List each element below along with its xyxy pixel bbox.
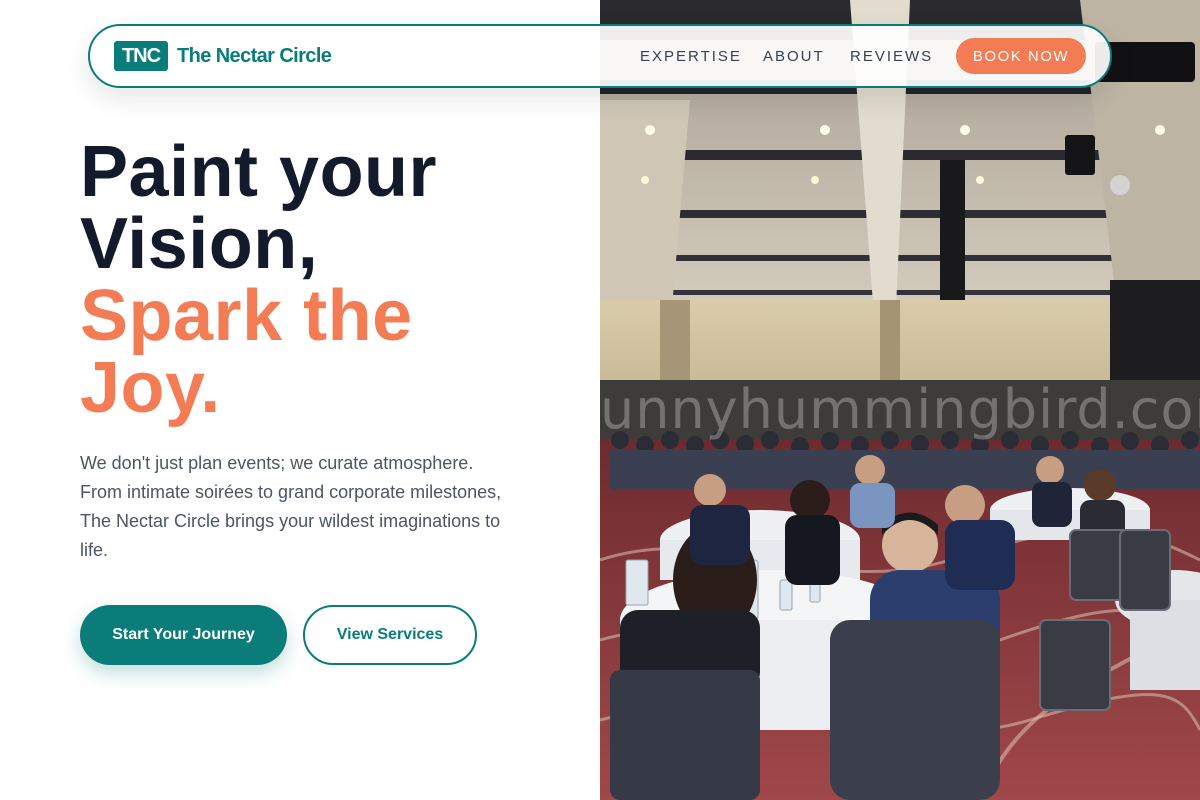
nav-link-reviews[interactable]: REVIEWS (850, 48, 933, 65)
hero-headline: Paint your Vision, Spark the Joy. (80, 136, 580, 424)
top-navbar: TNC The Nectar Circle EXPERTISE ABOUT RE… (88, 24, 1112, 88)
brand-logo-link[interactable]: TNC The Nectar Circle (114, 41, 332, 71)
start-your-journey-button[interactable]: Start Your Journey (80, 605, 287, 665)
book-now-button[interactable]: BOOK NOW (956, 38, 1086, 74)
headline-accent-line-2: Joy. (80, 348, 221, 428)
brand-name: The Nectar Circle (177, 44, 332, 67)
logo-mark: TNC (114, 41, 168, 71)
headline-line-1: Paint your (80, 132, 438, 212)
hero-section: Paint your Vision, Spark the Joy. We don… (0, 0, 600, 800)
headline-line-2: Vision, (80, 204, 319, 284)
headline-accent-line-1: Spark the (80, 276, 413, 356)
view-services-button[interactable]: View Services (303, 605, 477, 665)
hero-subcopy: We don't just plan events; we curate atm… (80, 453, 502, 560)
image-watermark: unnyhummingbird.com (600, 378, 1200, 441)
nav-link-expertise[interactable]: EXPERTISE (640, 48, 742, 65)
nav-link-about[interactable]: ABOUT (763, 48, 825, 65)
